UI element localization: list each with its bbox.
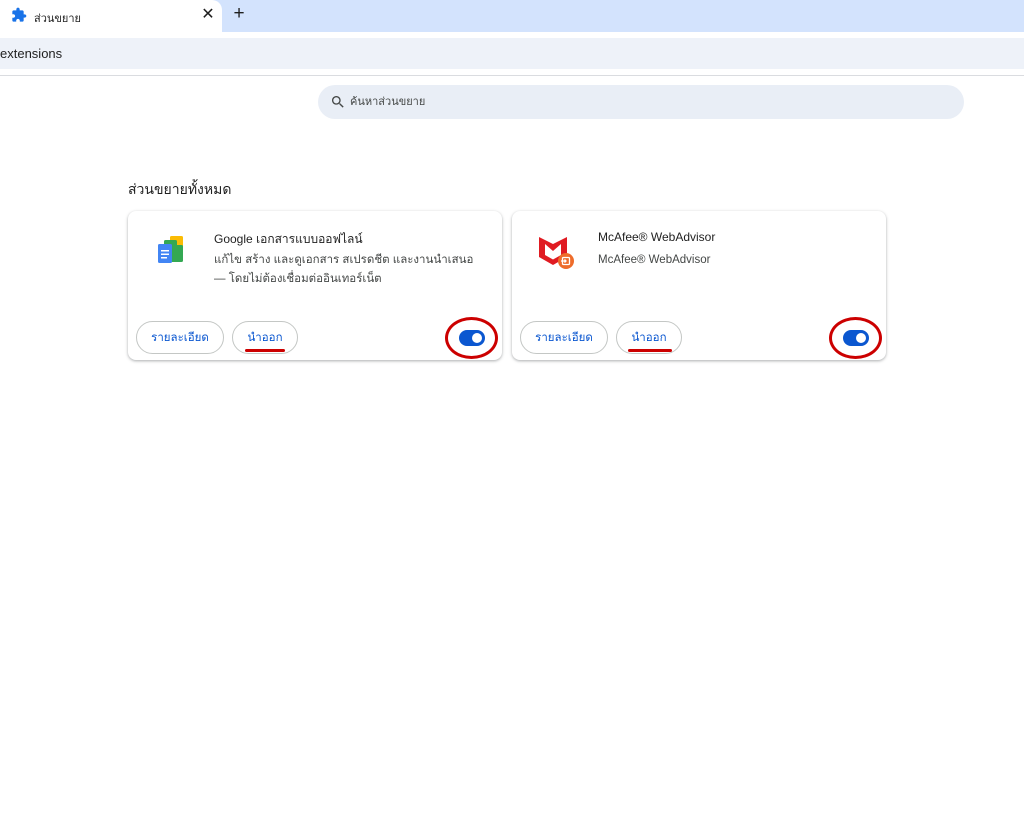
address-bar[interactable]: extensions (0, 38, 1024, 69)
tab-extensions[interactable]: ส่วนขยาย ✕ (0, 0, 222, 32)
toolbar: extensions (0, 32, 1024, 76)
tab-strip: ส่วนขยาย ✕ + (0, 0, 1024, 32)
annotation-circle (829, 317, 882, 359)
mcafee-icon (539, 237, 574, 269)
extension-card-google-docs-offline: Google เอกสารแบบออฟไลน์ แก้ไข สร้าง และด… (128, 211, 502, 360)
annotation-underline (628, 349, 672, 352)
extension-description: McAfee® WebAdvisor (598, 254, 711, 266)
new-tab-button[interactable]: + (229, 4, 249, 24)
puzzle-icon (12, 7, 27, 22)
section-title: ส่วนขยายทั้งหมด (128, 181, 232, 197)
details-button[interactable]: รายละเอียด (136, 321, 224, 354)
search-bar[interactable] (318, 85, 964, 119)
search-icon (332, 96, 344, 108)
extension-card-mcafee: McAfee® WebAdvisor McAfee® WebAdvisor รา… (512, 211, 886, 360)
extension-description: แก้ไข สร้าง และดูเอกสาร สเปรดชีต และงานน… (214, 254, 474, 285)
annotation-circle (445, 317, 498, 359)
google-docs-offline-icon (158, 236, 183, 263)
address-bar-text: extensions (0, 46, 63, 61)
details-button[interactable]: รายละเอียด (520, 321, 608, 354)
tab-close-icon[interactable]: ✕ (198, 5, 218, 25)
search-input[interactable] (350, 93, 950, 111)
annotation-underline (245, 349, 285, 352)
tab-title: ส่วนขยาย (34, 13, 81, 25)
extension-name: Google เอกสารแบบออฟไลน์ (214, 232, 363, 246)
extension-name: McAfee® WebAdvisor (598, 230, 716, 244)
